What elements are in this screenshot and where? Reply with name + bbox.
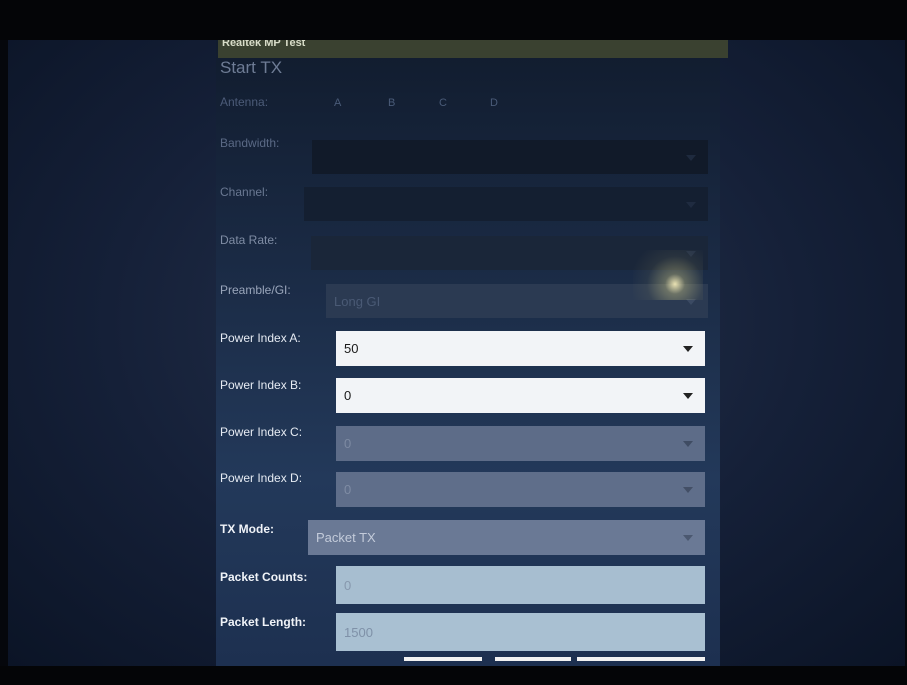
chevron-down-icon (686, 202, 696, 208)
power-index-a-dropdown[interactable]: 50 (336, 331, 705, 366)
preamble-gi-value: Long GI (334, 293, 381, 309)
power-index-c-value: 0 (344, 436, 352, 451)
tx-mode-dropdown[interactable]: Packet TX (308, 520, 705, 555)
page-title: Start TX (220, 58, 283, 77)
chevron-down-icon (683, 535, 693, 541)
antenna-option-c[interactable]: C (439, 97, 447, 109)
channel-label: Channel: (220, 185, 269, 199)
action-button-2[interactable] (495, 657, 571, 661)
packet-counts-value: 0 (344, 577, 352, 593)
power-index-b-label: Power Index B: (220, 378, 302, 392)
screen: Realtek MP Test Start TX Antenna: A B C … (8, 40, 905, 666)
tx-mode-label: TX Mode: (220, 522, 274, 536)
tx-mode-value: Packet TX (316, 530, 376, 545)
action-button-1[interactable] (404, 657, 482, 661)
bandwidth-label: Bandwidth: (220, 136, 280, 150)
bandwidth-dropdown[interactable] (312, 140, 708, 174)
power-index-b-dropdown[interactable]: 0 (336, 378, 705, 413)
screen-glare (633, 250, 703, 300)
packet-length-value: 1500 (344, 624, 373, 640)
power-index-d-value: 0 (344, 482, 352, 497)
power-index-a-value: 50 (344, 341, 359, 356)
action-button-3[interactable] (577, 657, 705, 661)
power-index-c-label: Power Index C: (220, 425, 303, 439)
antenna-option-a[interactable]: A (334, 97, 341, 109)
antenna-option-d[interactable]: D (490, 97, 498, 109)
packet-length-label: Packet Length: (220, 615, 307, 629)
chevron-down-icon (683, 487, 693, 493)
power-index-a-label: Power Index A: (220, 331, 301, 345)
chevron-down-icon (683, 441, 693, 447)
data-rate-label: Data Rate: (220, 233, 278, 247)
monitor-bezel-top (0, 0, 907, 40)
power-index-d-label: Power Index D: (220, 471, 303, 485)
antenna-option-b[interactable]: B (388, 97, 395, 109)
preamble-gi-label: Preamble/GI: (220, 283, 291, 297)
packet-counts-label: Packet Counts: (220, 570, 308, 584)
window-title: Realtek MP Test (218, 40, 728, 58)
channel-dropdown[interactable] (304, 187, 708, 221)
chevron-down-icon (683, 393, 693, 399)
chevron-down-icon (686, 155, 696, 161)
antenna-label: Antenna: (220, 95, 269, 109)
packet-length-input[interactable]: 1500 (336, 613, 705, 651)
power-index-c-dropdown[interactable]: 0 (336, 426, 705, 461)
packet-counts-input[interactable]: 0 (336, 566, 705, 604)
chevron-down-icon (683, 346, 693, 352)
power-index-d-dropdown[interactable]: 0 (336, 472, 705, 507)
power-index-b-value: 0 (344, 388, 352, 403)
monitor-bezel-bottom (0, 666, 907, 685)
